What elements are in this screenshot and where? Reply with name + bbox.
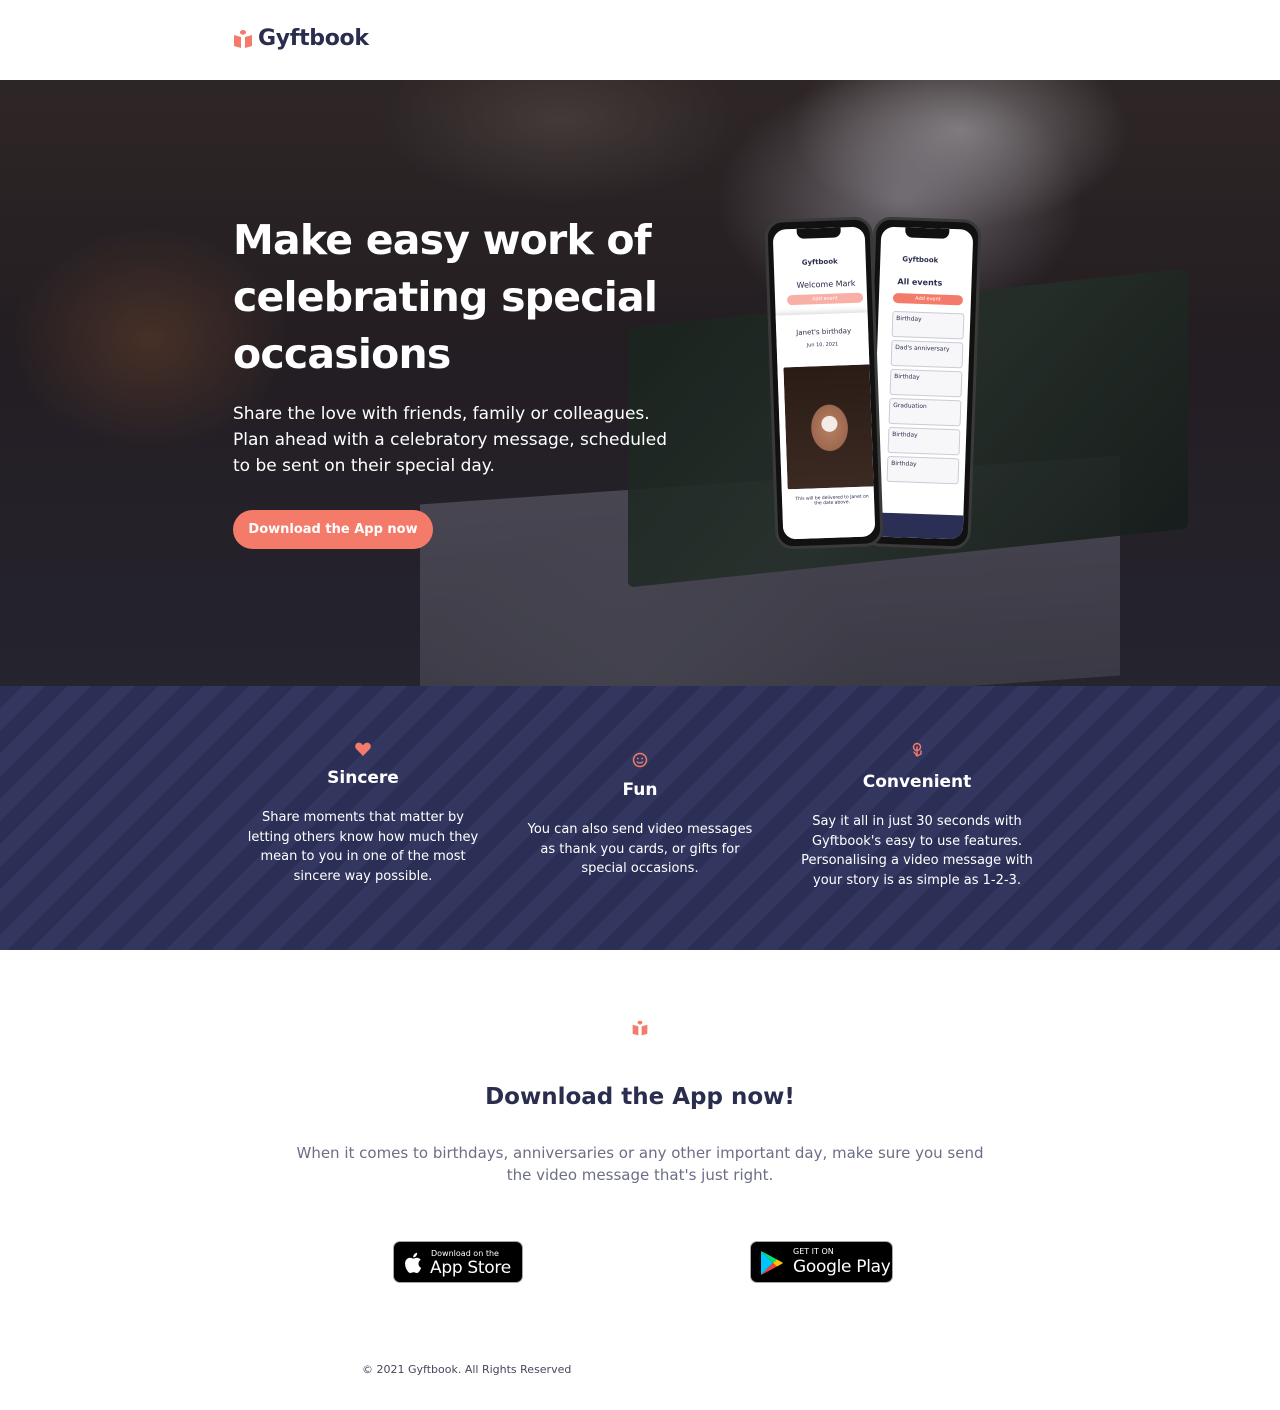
- download-app-button[interactable]: Download the App now: [233, 510, 433, 549]
- feature-fun: Fun You can also send video messages as …: [520, 752, 760, 879]
- phone-event-row: Birthday: [891, 310, 965, 340]
- heart-icon: [355, 742, 371, 756]
- phone-add-event-button: Add event: [786, 292, 864, 306]
- google-play-big-label: Google Play: [793, 1257, 891, 1277]
- feature-text: You can also send video messages as than…: [527, 822, 753, 876]
- hero-title: Make easy work of celebrating special oc…: [233, 216, 658, 378]
- google-play-button[interactable]: GET IT ON Google Play: [750, 1241, 893, 1283]
- phone-event-row: Birthday: [887, 426, 961, 456]
- phone-brand: Gyftbook: [902, 255, 939, 265]
- phone-event-row: Birthday: [886, 455, 960, 485]
- phone-event-row: Birthday: [889, 368, 963, 398]
- phone-welcome: Welcome Mark: [796, 278, 856, 290]
- feature-convenient: Convenient Say it all in just 30 seconds…: [797, 742, 1037, 890]
- touch-icon: [912, 742, 922, 757]
- app-store-big-label: App Store: [430, 1258, 511, 1278]
- google-play-icon: [761, 1251, 783, 1275]
- site-header: Gyftbook: [0, 0, 1280, 80]
- phone-events-heading: All events: [897, 277, 943, 288]
- hero-subtitle: Share the love with friends, family or c…: [233, 404, 668, 476]
- video-thumbnail: [783, 364, 876, 490]
- feature-title: Sincere: [327, 768, 399, 788]
- phone-event-row: Graduation: [888, 397, 962, 427]
- phone-brand: Gyftbook: [801, 257, 838, 267]
- app-store-small-label: Download on the: [431, 1249, 499, 1258]
- app-store-button[interactable]: Download on the App Store: [393, 1241, 523, 1283]
- play-icon: [821, 415, 838, 433]
- phone-tab-bar: [870, 512, 964, 540]
- phone-event-row: Dad's anniversary: [890, 339, 964, 369]
- phone-event-date: Jun 10, 2021: [806, 341, 839, 349]
- feature-text: Share moments that matter by letting oth…: [247, 810, 479, 884]
- apple-icon: [405, 1252, 422, 1273]
- feature-sincere: Sincere Share moments that matter by let…: [243, 742, 483, 886]
- smiley-icon: [632, 752, 648, 768]
- features-section: Sincere Share moments that matter by let…: [0, 686, 1280, 950]
- gift-icon: [234, 29, 252, 48]
- feature-text: Say it all in just 30 seconds with Gyftb…: [801, 814, 1033, 888]
- brand-logo[interactable]: Gyftbook: [232, 26, 369, 51]
- google-play-small-label: GET IT ON: [793, 1247, 834, 1256]
- hero-section: Make easy work of celebrating special oc…: [0, 80, 1280, 686]
- phone-mockup-event-detail: Gyftbook Welcome Mark Add event Janet's …: [764, 216, 884, 550]
- phone-add-event-button: Add event: [892, 292, 964, 306]
- gift-icon: [632, 1020, 648, 1036]
- feature-title: Convenient: [862, 772, 972, 792]
- brand-name: Gyftbook: [258, 26, 369, 51]
- footer-copyright: © 2021 Gyftbook. All Rights Reserved: [362, 1363, 572, 1376]
- feature-title: Fun: [622, 780, 658, 800]
- download-title: Download the App now!: [485, 1084, 795, 1110]
- download-text: When it comes to birthdays, anniversarie…: [296, 1144, 984, 1184]
